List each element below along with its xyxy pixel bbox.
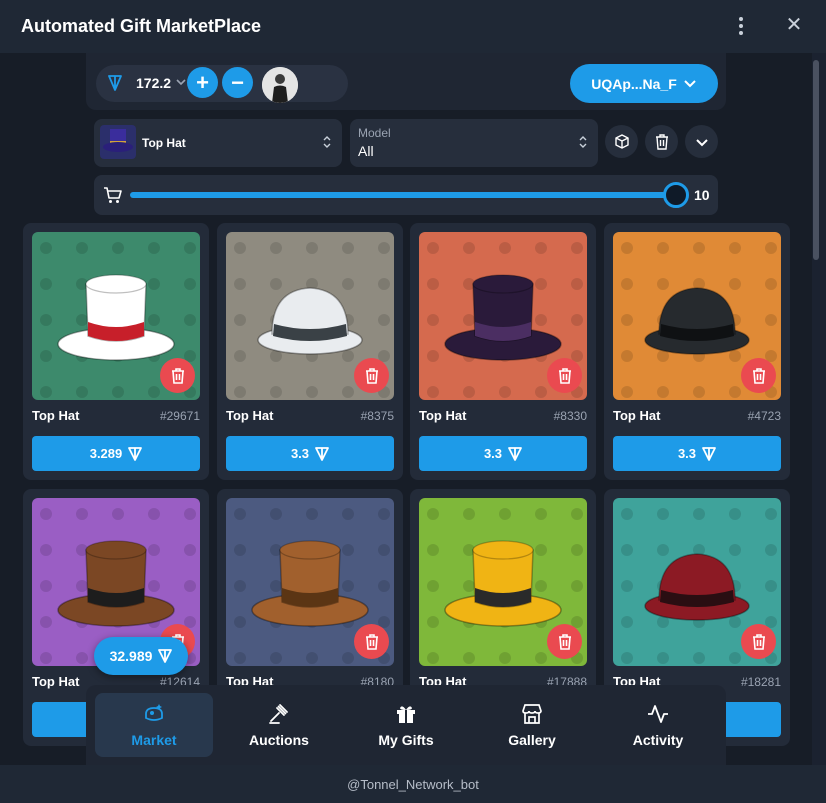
gift-number: #4723 bbox=[747, 409, 781, 423]
ton-icon bbox=[158, 649, 173, 663]
cart-total-button[interactable]: 32.989 bbox=[94, 637, 188, 675]
gift-select-label: Top Hat bbox=[142, 136, 186, 150]
nav-label: Market bbox=[131, 732, 177, 748]
nav-label: My Gifts bbox=[378, 732, 434, 748]
avatar[interactable] bbox=[262, 67, 298, 103]
trash-icon bbox=[655, 133, 668, 150]
trash-icon bbox=[365, 367, 378, 384]
ton-icon bbox=[128, 446, 143, 461]
remove-from-cart-button[interactable] bbox=[354, 358, 389, 393]
activity-icon bbox=[648, 705, 668, 723]
gift-icon bbox=[397, 706, 415, 723]
gift-number: #29671 bbox=[159, 409, 200, 423]
ton-icon bbox=[508, 446, 522, 461]
withdraw-button[interactable]: − bbox=[222, 67, 253, 98]
wallet-address: UQAp...Na_F bbox=[591, 75, 677, 92]
cart-icon bbox=[104, 187, 122, 203]
remove-from-cart-button[interactable] bbox=[741, 624, 776, 659]
top-hat-thumbnail bbox=[100, 125, 136, 159]
gift-number: #8375 bbox=[360, 409, 394, 423]
gift-name: Top Hat bbox=[32, 674, 80, 689]
gift-price: 3.3 bbox=[677, 446, 697, 461]
top-panel: 172.2 + − UQAp...Na_F bbox=[86, 53, 726, 110]
buy-button[interactable]: 3.3 bbox=[226, 436, 394, 471]
trash-icon bbox=[752, 367, 765, 384]
nav-label: Activity bbox=[632, 732, 684, 748]
quantity-slider-track[interactable] bbox=[130, 192, 676, 198]
window-title: Automated Gift MarketPlace bbox=[21, 16, 262, 36]
gift-number: #8330 bbox=[553, 409, 587, 423]
nav-activity[interactable]: Activity bbox=[599, 693, 717, 757]
buy-button[interactable]: 3.289 bbox=[32, 436, 200, 471]
updown-icon bbox=[323, 136, 331, 148]
model-select[interactable]: Model All bbox=[350, 119, 598, 167]
scrollbar[interactable] bbox=[813, 60, 819, 260]
quantity-slider-thumb[interactable] bbox=[663, 182, 689, 208]
gift-card[interactable]: Top Hat #8375 3.3 bbox=[217, 223, 403, 480]
buy-button[interactable]: 3.3 bbox=[613, 436, 781, 471]
nav-my-gifts[interactable]: My Gifts bbox=[347, 693, 465, 757]
trash-icon bbox=[558, 367, 571, 384]
buy-button[interactable]: 3.3 bbox=[419, 436, 587, 471]
box-icon bbox=[614, 133, 629, 149]
gift-select[interactable]: Top Hat bbox=[94, 119, 342, 167]
gift-price: 3.289 bbox=[89, 446, 123, 461]
remove-from-cart-button[interactable] bbox=[160, 358, 195, 393]
footer: @Tonnel_Network_bot bbox=[0, 765, 826, 803]
expand-filters-button[interactable] bbox=[685, 125, 718, 158]
gift-price: 3.3 bbox=[290, 446, 310, 461]
updown-icon bbox=[579, 136, 587, 148]
gift-name: Top Hat bbox=[419, 408, 467, 423]
gavel-icon bbox=[269, 704, 288, 724]
clear-filters-button[interactable] bbox=[645, 125, 678, 158]
gift-name: Top Hat bbox=[613, 408, 661, 423]
balance-amount: 172.2 bbox=[136, 75, 172, 91]
trash-icon bbox=[558, 633, 571, 650]
model-value: All bbox=[358, 143, 374, 159]
quantity-count: 10 bbox=[694, 187, 710, 203]
bot-handle: @Tonnel_Network_bot bbox=[347, 776, 479, 792]
remove-from-cart-button[interactable] bbox=[354, 624, 389, 659]
bottom-nav: Market Auctions My Gifts Gallery Activity bbox=[86, 685, 726, 765]
quantity-slider-row: 10 bbox=[94, 175, 718, 215]
cart-total-amount: 32.989 bbox=[109, 648, 153, 664]
trash-icon bbox=[171, 367, 184, 384]
gift-price: 3.3 bbox=[483, 446, 503, 461]
nav-market[interactable]: Market bbox=[95, 693, 213, 757]
add-funds-button[interactable]: + bbox=[187, 67, 218, 98]
window-titlebar: Automated Gift MarketPlace ✕ bbox=[0, 0, 826, 53]
remove-from-cart-button[interactable] bbox=[547, 624, 582, 659]
ton-icon bbox=[702, 446, 716, 461]
trash-icon bbox=[752, 633, 765, 650]
chevron-down-icon bbox=[695, 138, 708, 146]
market-icon bbox=[145, 704, 163, 721]
more-menu-icon[interactable] bbox=[731, 14, 751, 38]
app-content: 172.2 + − UQAp...Na_F Top Hat Model All bbox=[0, 53, 812, 765]
nav-gallery[interactable]: Gallery bbox=[473, 693, 591, 757]
nav-auctions[interactable]: Auctions bbox=[220, 693, 338, 757]
remove-from-cart-button[interactable] bbox=[741, 358, 776, 393]
remove-from-cart-button[interactable] bbox=[547, 358, 582, 393]
close-icon[interactable]: ✕ bbox=[783, 12, 805, 36]
model-caption: Model bbox=[358, 126, 391, 140]
chevron-down-icon bbox=[684, 79, 696, 87]
gift-card[interactable]: Top Hat #8330 3.3 bbox=[410, 223, 596, 480]
trash-icon bbox=[365, 633, 378, 650]
nav-label: Gallery bbox=[508, 732, 556, 748]
box-button[interactable] bbox=[605, 125, 638, 158]
ton-icon bbox=[315, 446, 329, 461]
chevron-down-icon[interactable] bbox=[174, 75, 188, 89]
gift-card[interactable]: Top Hat #4723 3.3 bbox=[604, 223, 790, 480]
nav-label: Auctions bbox=[249, 732, 309, 748]
gift-card[interactable]: Top Hat #29671 3.289 bbox=[23, 223, 209, 480]
gift-number: #18281 bbox=[740, 675, 781, 689]
store-icon bbox=[522, 704, 542, 724]
gift-name: Top Hat bbox=[226, 408, 274, 423]
wallet-button[interactable]: UQAp...Na_F bbox=[570, 64, 718, 103]
ton-icon bbox=[108, 75, 122, 91]
gift-name: Top Hat bbox=[32, 408, 80, 423]
